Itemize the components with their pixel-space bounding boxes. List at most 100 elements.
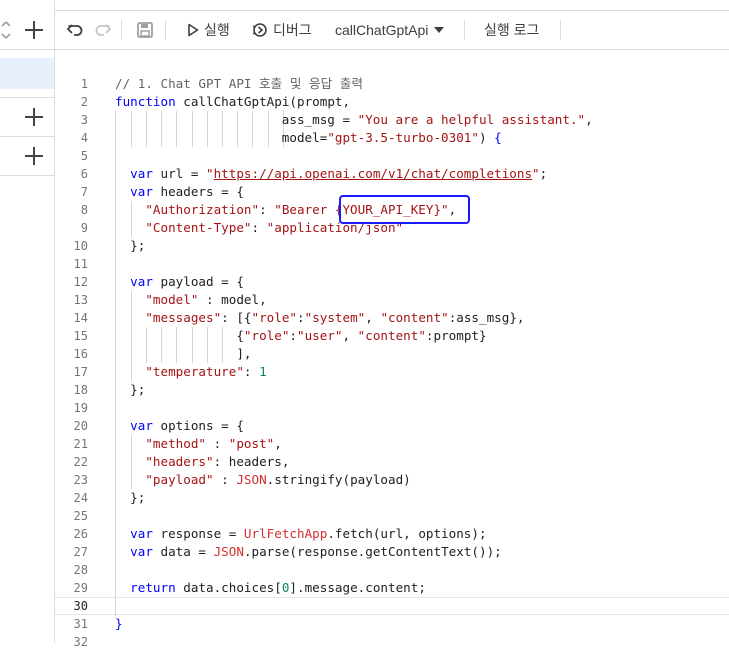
code-token: " [532,166,540,181]
code-line[interactable]: 4 model="gpt-3.5-turbo-0301") { [55,129,729,147]
code-token: : [213,472,237,487]
line-number: 2 [80,95,88,109]
code-text: var options = { [115,417,244,435]
code-token: var [115,184,153,199]
code-line[interactable]: 19 [55,399,729,417]
code-line[interactable]: 30 [55,597,729,616]
code-token: :prompt} [425,328,487,343]
code-token: https://api.openai.com/v1/chat/completio… [213,166,533,181]
code-token: var [115,418,153,433]
function-selector[interactable]: callChatGptApi [335,11,445,49]
code-line[interactable]: 11 [55,255,729,273]
code-token: ; [539,166,548,181]
save-icon [137,22,153,38]
redo-button[interactable] [94,11,112,49]
code-line[interactable]: 31} [55,615,729,633]
code-token: var [115,544,153,559]
line-number: 30 [73,599,88,613]
code-line[interactable]: 2 function callChatGptApi(prompt, [55,93,729,111]
code-text: "payload" : JSON.stringify(payload) [115,471,410,489]
undo-icon [66,24,83,36]
code-token: "model" [115,292,199,307]
code-text: function callChatGptApi(prompt, [115,93,350,111]
code-token: headers = { [152,184,244,199]
code-token: "Content-Type" [115,220,252,235]
code-line[interactable]: 21 "method" : "post", [55,435,729,453]
code-token: : [289,328,297,343]
code-token: "role" [243,328,290,343]
code-line[interactable]: 1 // 1. Chat GPT API 호출 및 응답 출력 [55,75,729,93]
code-token: "system" [304,310,366,325]
code-line[interactable]: 6 var url = "https://api.openai.com/v1/c… [55,165,729,183]
code-token: : model, [198,292,267,307]
code-token: UrlFetchApp [243,526,328,541]
code-token: "Authorization" [115,202,260,217]
code-text: "method" : "post", [115,435,282,453]
code-line[interactable]: 17 "temperature": 1 [55,363,729,381]
line-number: 13 [73,293,88,307]
code-text: } [115,615,123,633]
code-line[interactable]: 13 "model" : model, [55,291,729,309]
code-line[interactable]: 28 [55,561,729,579]
line-number: 8 [80,203,88,217]
sidebar-divider [0,136,54,137]
code-line[interactable]: 25 [55,507,729,525]
code-token: "user" [297,328,343,343]
code-token: 1 [259,364,267,379]
code-editor[interactable]: 1 // 1. Chat GPT API 호출 및 응답 출력 2 function … [55,50,729,649]
code-line[interactable]: 26 var response = UrlFetchApp.fetch(url,… [55,525,729,543]
undo-button[interactable] [66,11,84,49]
code-line[interactable]: 10 }; [55,237,729,255]
code-line[interactable]: 24 }; [55,489,729,507]
code-token: ], [115,346,252,361]
code-token: function [115,94,176,109]
line-number: 19 [73,401,88,415]
code-token: return [115,580,176,595]
code-line[interactable]: 3 ass_msg = "You are a helpful assistant… [55,111,729,129]
code-line[interactable]: 16 ], [55,345,729,363]
code-line[interactable]: 20 var options = { [55,417,729,435]
code-text: "headers": headers, [115,453,289,471]
line-number: 29 [73,581,88,595]
code-line[interactable]: 18 }; [55,381,729,399]
add-library-plus-icon[interactable] [25,108,43,126]
files-sidebar [0,0,55,643]
add-service-plus-icon[interactable] [25,147,43,165]
code-text: "temperature": 1 [115,363,267,381]
code-line[interactable]: 27 var data = JSON.parse(response.getCon… [55,543,729,561]
code-text: return data.choices[0].message.content; [115,579,426,597]
save-button[interactable] [136,11,154,49]
code-token: response = [152,526,244,541]
line-number: 17 [73,365,88,379]
code-token: ass_msg = [115,112,358,127]
code-text: ], [115,345,251,363]
code-line[interactable]: 32 [55,633,729,651]
function-name: callChatGptApi [335,22,429,38]
code-token: : [251,220,267,235]
line-number: 7 [80,185,88,199]
code-token: .parse(response.getContentText()); [243,544,502,559]
execution-log-label: 실행 로그 [484,22,540,38]
code-token: "temperature" [115,364,244,379]
code-line[interactable]: 14 "messages": [{"role":"system", "conte… [55,309,729,327]
code-line[interactable]: 22 "headers": headers, [55,453,729,471]
execution-log-button[interactable]: 실행 로그 [484,11,539,49]
add-file-plus-icon[interactable] [25,21,43,39]
code-token: "post" [228,436,275,451]
run-button[interactable]: 실행 [187,11,230,49]
debug-label: 디버그 [273,22,312,38]
sidebar-item-selected-file[interactable] [0,58,54,89]
sort-az-icon[interactable] [0,21,12,42]
debug-button[interactable]: 디버그 [252,11,312,49]
code-token: } [115,616,123,631]
code-line[interactable]: 15 {"role":"user", "content":prompt} [55,327,729,345]
code-line[interactable]: 23 "payload" : JSON.stringify(payload) [55,471,729,489]
code-area[interactable]: 1 // 1. Chat GPT API 호출 및 응답 출력 2 function … [55,75,729,651]
code-token: " [206,166,214,181]
code-line[interactable]: 29 return data.choices[0].message.conten… [55,579,729,597]
line-number: 25 [73,509,88,523]
code-token: : [{ [221,310,252,325]
code-line[interactable]: 5 [55,147,729,165]
code-line[interactable]: 12 var payload = { [55,273,729,291]
code-token: : [206,436,229,451]
